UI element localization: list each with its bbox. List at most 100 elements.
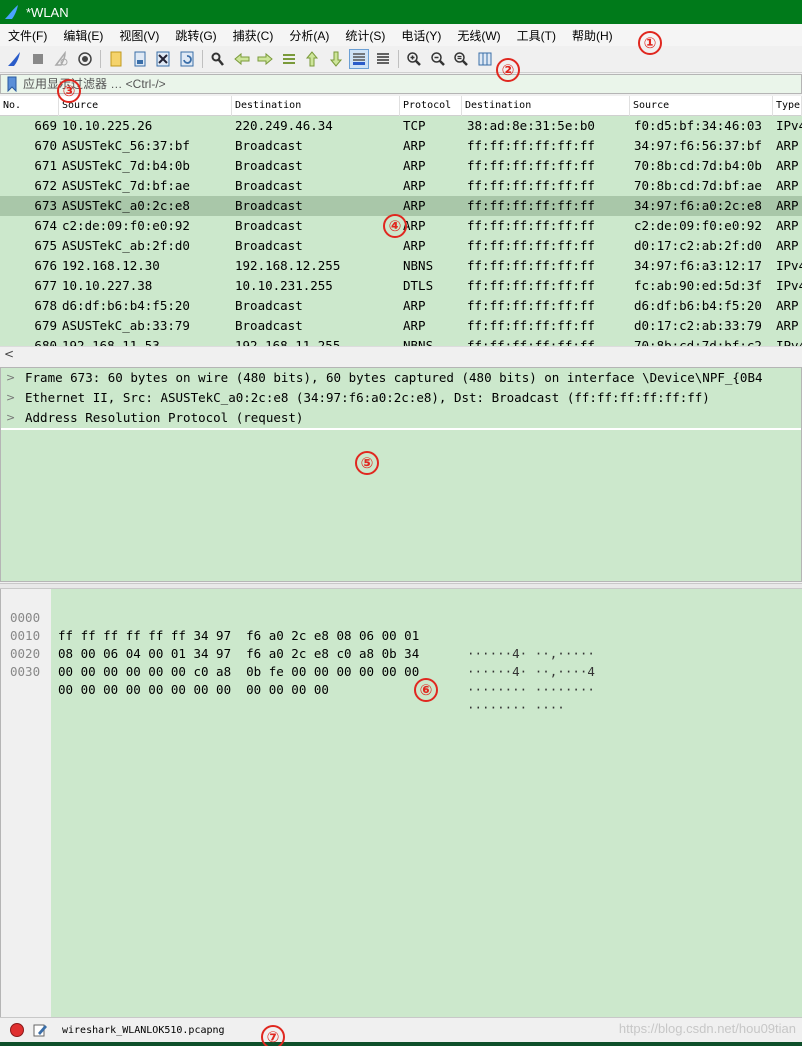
details-arp-text: Address Resolution Protocol (request) — [25, 410, 304, 425]
packet-cell-type: ARP — [776, 138, 799, 153]
packet-row[interactable]: 672 ASUSTekC_7d:bf:ae Broadcast ARP ff:ff:ff… — [0, 176, 802, 196]
go-last-icon[interactable] — [326, 49, 346, 69]
details-frame-row[interactable]: > Frame 673: 60 bytes on wire (480 bits)… — [1, 368, 801, 388]
column-header-hw-source[interactable]: Source — [630, 96, 773, 116]
menu-item[interactable]: 无线(W) — [451, 25, 506, 46]
menu-item[interactable]: 编辑(E) — [57, 25, 109, 46]
details-empty-area — [1, 430, 801, 581]
details-ethernet-row[interactable]: > Ethernet II, Src: ASUSTekC_a0:2c:e8 (3… — [1, 388, 801, 408]
bytes-hex[interactable]: 08 00 06 04 00 01 34 97 f6 a0 2c e8 c0 a… — [58, 645, 419, 663]
open-file-icon[interactable] — [106, 49, 126, 69]
packet-row[interactable]: 678 d6:df:b6:b4:f5:20 Broadcast ARP ff:ff:ff… — [0, 296, 802, 316]
packet-cell-dst: Broadcast — [235, 158, 303, 173]
column-header-no[interactable]: No. — [0, 96, 59, 116]
bytes-ascii[interactable]: ········ ···· — [467, 699, 565, 717]
menu-item[interactable]: 捕获(C) — [227, 25, 280, 46]
packet-row[interactable]: 669 10.10.225.26 220.249.46.34 TCP 38:ad:8e:… — [0, 116, 802, 136]
expand-chevron-icon[interactable]: > — [6, 368, 15, 388]
packet-cell-mac_dst: ff:ff:ff:ff:ff:ff — [467, 338, 595, 346]
packet-row[interactable]: 676 192.168.12.30 192.168.12.255 NBNS ff:ff:… — [0, 256, 802, 276]
packet-row[interactable]: 675 ASUSTekC_ab:2f:d0 Broadcast ARP ff:ff:ff… — [0, 236, 802, 256]
reload-file-icon[interactable] — [177, 49, 197, 69]
display-filter-input[interactable] — [23, 75, 801, 93]
start-capture-icon[interactable] — [4, 49, 24, 69]
window-title: *WLAN — [26, 4, 69, 20]
title-bar: *WLAN — [0, 0, 802, 24]
packet-cell-no: 674 — [34, 218, 57, 233]
go-forward-icon[interactable] — [255, 49, 275, 69]
edit-comment-icon[interactable] — [32, 1022, 48, 1038]
column-header-hw-destination[interactable]: Destination — [462, 96, 630, 116]
packet-cell-src: 10.10.227.38 — [62, 278, 153, 293]
menu-item[interactable]: 帮助(H) — [566, 25, 619, 46]
packet-cell-mac_src: c2:de:09:f0:e0:92 — [634, 218, 762, 233]
packet-cell-src: c2:de:09:f0:e0:92 — [62, 218, 190, 233]
packet-bytes-pane: 0000 ff ff ff ff ff ff 34 97 f6 a0 2c e8… — [0, 589, 802, 1017]
menu-item[interactable]: 工具(T) — [511, 25, 562, 46]
find-packet-icon[interactable] — [208, 49, 228, 69]
restart-capture-icon[interactable] — [51, 49, 71, 69]
menu-item[interactable]: 电话(Y) — [395, 25, 447, 46]
packet-row[interactable]: 679 ASUSTekC_ab:33:79 Broadcast ARP ff:ff:ff… — [0, 316, 802, 336]
packet-cell-no: 670 — [34, 138, 57, 153]
menu-item[interactable]: 跳转(G) — [169, 25, 222, 46]
menu-item[interactable]: 文件(F) — [2, 25, 53, 46]
bytes-ascii[interactable]: ······4· ··,····4 — [467, 663, 595, 681]
packet-cell-mac_src: 70:8b:cd:7d:b4:0b — [634, 158, 762, 173]
close-file-icon[interactable] — [153, 49, 173, 69]
scroll-left-icon[interactable]: < — [4, 347, 14, 362]
expand-chevron-icon[interactable]: > — [6, 408, 15, 428]
bookmark-icon[interactable] — [5, 76, 19, 92]
details-frame-text: Frame 673: 60 bytes on wire (480 bits), … — [25, 370, 763, 385]
packet-row[interactable]: 673 ASUSTekC_a0:2c:e8 Broadcast ARP ff:ff:ff… — [0, 196, 802, 216]
packet-cell-no: 671 — [34, 158, 57, 173]
column-header-destination[interactable]: Destination — [232, 96, 400, 116]
column-header-protocol[interactable]: Protocol — [400, 96, 462, 116]
packet-row[interactable]: 671 ASUSTekC_7d:b4:0b Broadcast ARP ff:ff:ff… — [0, 156, 802, 176]
details-arp-row[interactable]: > Address Resolution Protocol (request) — [1, 408, 801, 428]
go-to-packet-icon[interactable] — [279, 49, 299, 69]
packet-row[interactable]: 670 ASUSTekC_56:37:bf Broadcast ARP ff:ff:ff… — [0, 136, 802, 156]
go-first-icon[interactable] — [302, 49, 322, 69]
bytes-ascii[interactable]: ········ ········ — [467, 681, 595, 699]
save-file-icon[interactable] — [130, 49, 150, 69]
capture-status-icon[interactable] — [10, 1023, 24, 1037]
menu-item[interactable]: 视图(V) — [113, 25, 165, 46]
bytes-ascii[interactable]: ······4· ··,····· — [467, 645, 595, 663]
stop-capture-icon[interactable] — [28, 49, 48, 69]
autoscroll-icon[interactable] — [349, 49, 369, 69]
packet-cell-proto: NBNS — [403, 338, 434, 346]
menu-item[interactable]: 统计(S) — [339, 25, 391, 46]
taskbar-strip — [0, 1042, 802, 1046]
packet-cell-mac_dst: 38:ad:8e:31:5e:b0 — [467, 118, 595, 133]
capture-options-icon[interactable] — [75, 49, 95, 69]
expand-chevron-icon[interactable]: > — [6, 388, 15, 408]
column-header-source[interactable]: Source — [59, 96, 232, 116]
colorize-icon[interactable] — [373, 49, 393, 69]
packet-cell-dst: Broadcast — [235, 178, 303, 193]
go-back-icon[interactable] — [232, 49, 252, 69]
annotation-marker-4: ④ — [383, 214, 407, 238]
packet-cell-dst: 10.10.231.255 — [235, 278, 333, 293]
packet-cell-dst: Broadcast — [235, 218, 303, 233]
zoom-in-icon[interactable] — [404, 49, 424, 69]
watermark-text: https://blog.csdn.net/hou09tian — [618, 1021, 796, 1036]
packet-row[interactable]: 677 10.10.227.38 10.10.231.255 DTLS ff:ff:ff… — [0, 276, 802, 296]
bytes-hex[interactable]: 00 00 00 00 00 00 c0 a8 0b fe 00 00 00 0… — [58, 663, 419, 681]
resize-columns-icon[interactable] — [475, 49, 495, 69]
packet-row[interactable]: 680 192.168.11.53 192.168.11.255 NBNS ff:ff:… — [0, 336, 802, 346]
column-header-type[interactable]: Type — [773, 96, 802, 116]
packet-cell-dst: Broadcast — [235, 318, 303, 333]
zoom-out-icon[interactable] — [428, 49, 448, 69]
packet-list-horizontal-scrollbar[interactable]: < — [0, 346, 802, 362]
bytes-hex[interactable]: 00 00 00 00 00 00 00 00 00 00 00 00 — [58, 681, 329, 699]
capture-filename: wireshark_WLANLOK510.pcapng — [62, 1024, 225, 1036]
zoom-normal-icon[interactable] — [451, 49, 471, 69]
main-toolbar — [0, 46, 802, 73]
packet-cell-no: 676 — [34, 258, 57, 273]
bytes-hex[interactable]: ff ff ff ff ff ff 34 97 f6 a0 2c e8 08 0… — [58, 627, 419, 645]
packet-cell-mac_src: 70:8b:cd:7d:bf:c2 — [634, 338, 762, 346]
bytes-offset: 0030 — [10, 664, 41, 679]
menu-item[interactable]: 分析(A) — [283, 25, 335, 46]
packet-cell-mac_dst: ff:ff:ff:ff:ff:ff — [467, 258, 595, 273]
